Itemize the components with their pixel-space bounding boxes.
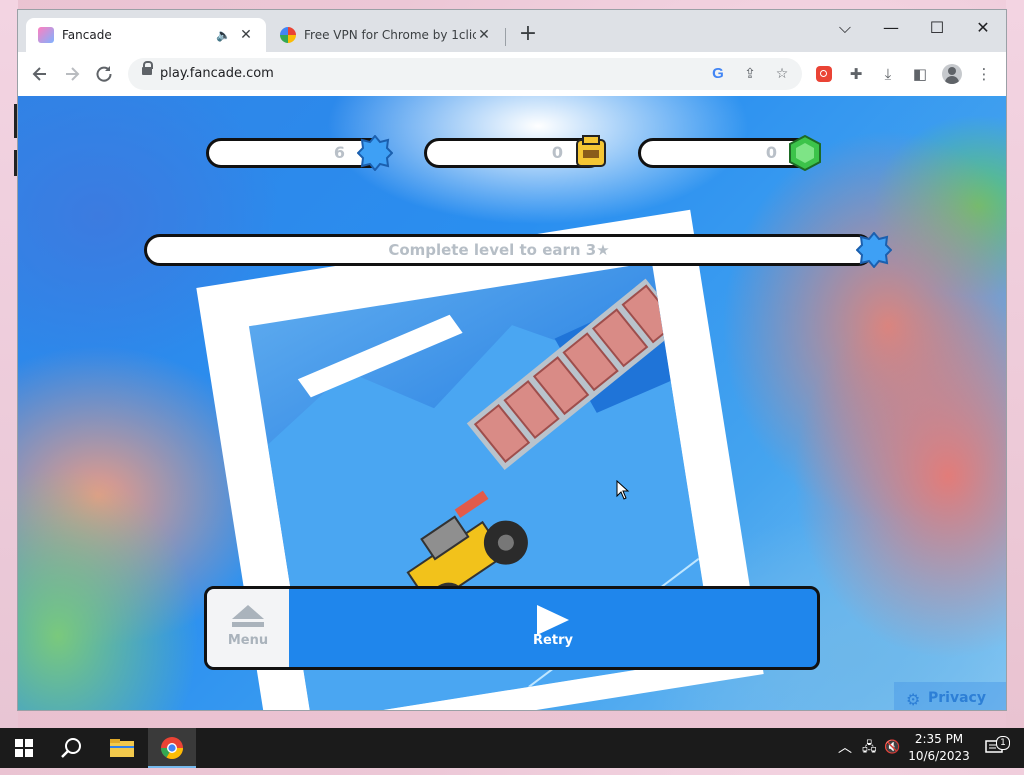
lock-icon[interactable] — [142, 61, 153, 75]
system-clock[interactable]: 2:35 PM 10/6/2023 — [906, 731, 972, 765]
browser-toolbar: play.fancade.com G ⇪ ☆ ✚ ⤓ ◧ ⋮ — [18, 52, 1006, 97]
profile-icon[interactable] — [940, 62, 964, 86]
desktop-left-edge — [0, 0, 18, 728]
level-progress-bar: Complete level to earn 3★ — [144, 234, 874, 266]
eject-up-icon — [232, 605, 264, 627]
address-bar[interactable]: play.fancade.com G ⇪ ☆ — [128, 58, 802, 90]
share-icon[interactable]: ⇪ — [738, 62, 762, 86]
close-tab-icon[interactable]: ✕ — [238, 27, 254, 43]
windows-logo-icon — [15, 739, 33, 757]
chrome-taskbar-button[interactable] — [148, 728, 196, 768]
chevron-up-icon[interactable]: ︿ — [838, 728, 852, 768]
retry-label: Retry — [533, 633, 573, 648]
start-button[interactable] — [0, 728, 48, 768]
clock-time: 2:35 PM — [914, 732, 964, 746]
google-translate-icon[interactable]: G — [706, 62, 730, 86]
close-window-button[interactable]: ✕ — [960, 14, 1006, 42]
notifications-button[interactable]: 1 — [982, 728, 1010, 768]
progress-star-icon — [856, 232, 892, 268]
back-button[interactable] — [26, 60, 54, 88]
arrow-left-icon — [32, 67, 46, 81]
trophy-count: 0 — [551, 143, 563, 162]
tab-title: Free VPN for Chrome by 1clickVPN — [304, 28, 476, 42]
chrome-icon — [161, 737, 183, 759]
browser-window: Fancade 🔈 ✕ Free VPN for Chrome by 1clic… — [18, 10, 1006, 710]
privacy-label: Privacy — [928, 690, 986, 706]
vpn-favicon-icon — [280, 27, 296, 43]
green-gem-icon — [789, 135, 821, 171]
more-menu-icon[interactable]: ⋮ — [972, 62, 996, 86]
side-panel-icon[interactable]: ◧ — [908, 62, 932, 86]
blue-star-icon — [357, 135, 393, 171]
file-explorer-button[interactable] — [98, 728, 146, 768]
notification-count: 1 — [996, 736, 1010, 750]
tab-vpn[interactable]: Free VPN for Chrome by 1clickVPN ✕ — [268, 18, 504, 52]
play-icon — [537, 605, 569, 635]
desktop-right-edge — [1006, 0, 1024, 728]
privacy-button[interactable]: ⚙ Privacy — [894, 682, 1006, 710]
speaker-icon[interactable]: 🔈 — [216, 28, 232, 42]
trophy-icon — [576, 135, 606, 167]
volume-muted-icon[interactable]: 🔇 — [884, 728, 900, 768]
game-action-bar: Menu Retry — [204, 586, 820, 670]
taskbar: ︿ 🖧 🔇 2:35 PM 10/6/2023 1 — [0, 728, 1024, 768]
gear-icon: ⚙ — [906, 690, 921, 709]
fancade-favicon-icon — [38, 27, 54, 43]
extensions-puzzle-icon[interactable]: ✚ — [844, 62, 868, 86]
tab-separator — [505, 28, 506, 46]
forward-button[interactable] — [58, 60, 86, 88]
gem-count: 0 — [765, 143, 777, 162]
download-icon[interactable]: ⤓ — [876, 62, 900, 86]
tab-search-icon[interactable]: ⌵ — [822, 14, 868, 42]
game-canvas[interactable]: 6 0 0 Complete level to earn 3★ Menu Ret… — [18, 96, 1006, 710]
reload-button[interactable] — [90, 60, 118, 88]
extension-red-icon[interactable] — [812, 62, 836, 86]
arrow-right-icon — [66, 67, 80, 81]
progress-text: Complete level to earn 3★ — [388, 241, 610, 259]
bookmark-star-icon[interactable]: ☆ — [770, 62, 794, 86]
folder-icon — [110, 739, 134, 757]
retry-button[interactable]: Retry — [289, 589, 817, 667]
menu-button[interactable]: Menu — [207, 589, 289, 667]
clock-date: 10/6/2023 — [908, 749, 970, 763]
minimize-button[interactable]: — — [868, 14, 914, 42]
close-tab-icon[interactable]: ✕ — [476, 27, 492, 43]
mouse-cursor-icon — [616, 480, 630, 500]
star-count: 6 — [333, 143, 345, 162]
reload-icon — [96, 66, 112, 82]
search-button[interactable] — [48, 728, 96, 768]
tab-strip: Fancade 🔈 ✕ Free VPN for Chrome by 1clic… — [18, 10, 1006, 52]
network-icon[interactable]: 🖧 — [862, 728, 877, 768]
new-tab-button[interactable]: + — [516, 23, 540, 47]
url-text[interactable]: play.fancade.com — [160, 58, 274, 90]
search-icon — [61, 738, 81, 758]
tab-title: Fancade — [62, 28, 112, 42]
maximize-button[interactable]: ☐ — [914, 14, 960, 42]
menu-label: Menu — [227, 633, 269, 648]
tab-fancade[interactable]: Fancade 🔈 ✕ — [26, 18, 266, 52]
